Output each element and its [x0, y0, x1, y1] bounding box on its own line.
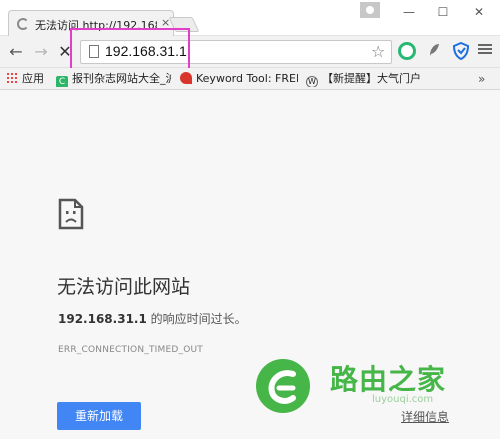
watermark-text: 路由之家	[330, 363, 447, 396]
error-title: 无法访问此网站	[57, 276, 191, 298]
details-link[interactable]: 详细信息	[401, 408, 449, 425]
sad-document-icon	[58, 198, 84, 230]
bookmark-star-icon[interactable]: ☆	[371, 42, 385, 61]
loading-spinner-icon	[17, 18, 29, 30]
bookmark-wordpress-icon: W	[306, 76, 318, 87]
watermark-logo-icon	[256, 359, 310, 413]
leaf-extension-icon[interactable]	[425, 42, 443, 60]
error-message: 192.168.31.1 的响应时间过长。	[58, 310, 247, 327]
error-message-suffix: 的响应时间过长。	[146, 312, 247, 326]
bookmark-apps-label: 应用	[22, 72, 44, 85]
back-button[interactable]: ←	[6, 42, 26, 62]
bookmark-apps[interactable]: 应用	[6, 71, 44, 87]
profile-icon[interactable]	[360, 2, 380, 18]
forward-button[interactable]: →	[31, 42, 51, 62]
error-code: ERR_CONNECTION_TIMED_OUT	[58, 345, 203, 355]
bookmark-label: Keyword Tool: FREE	[196, 72, 298, 85]
watermark-subtext: luyouqi.com	[372, 394, 434, 405]
bookmark-item-1[interactable]: C 报刊杂志网站大全_沪	[56, 71, 171, 87]
bookmark-label: 报刊杂志网站大全_沪	[72, 72, 171, 85]
reload-button[interactable]: 重新加载	[57, 402, 141, 430]
bookmarks-overflow-icon[interactable]: »	[478, 71, 485, 87]
minimize-button[interactable]: —	[398, 3, 420, 21]
apps-grid-icon	[6, 72, 18, 84]
bookmarks-bar: 应用 C 报刊杂志网站大全_沪 Keyword Tool: FREE W 【新提醒】…	[0, 68, 500, 90]
url-highlight-box	[70, 28, 190, 71]
bookmark-flame-icon	[180, 72, 192, 84]
close-window-button[interactable]: ✕	[468, 3, 490, 21]
bookmark-item-2[interactable]: Keyword Tool: FREE	[180, 71, 298, 87]
menu-icon[interactable]	[478, 42, 492, 58]
bookmark-item-3[interactable]: W 【新提醒】大气门户	[306, 71, 456, 87]
maximize-button[interactable]: ☐	[432, 3, 454, 21]
error-host: 192.168.31.1	[58, 312, 147, 326]
bookmark-c-icon: C	[56, 76, 68, 87]
shield-extension-icon[interactable]	[452, 41, 470, 61]
bookmark-label: 【新提醒】大气门户	[322, 72, 421, 85]
green-extension-icon[interactable]	[398, 42, 416, 60]
